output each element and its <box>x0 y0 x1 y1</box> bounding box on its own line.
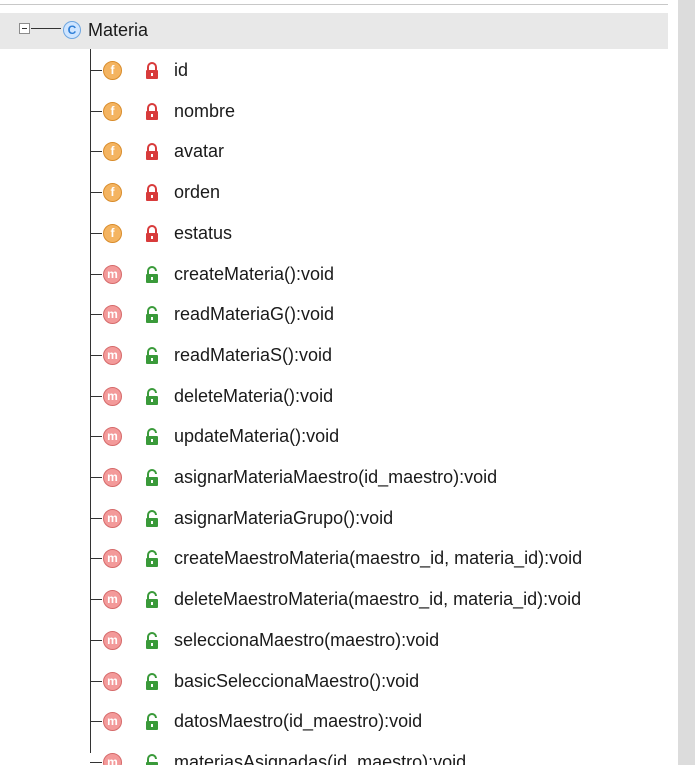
public-unlock-icon <box>146 713 158 731</box>
tree-connector <box>90 436 102 438</box>
method-icon: m <box>103 305 122 325</box>
method-row[interactable]: m datosMaestro(id_maestro):void <box>0 701 668 741</box>
tree-connector <box>90 192 102 194</box>
private-lock-icon <box>146 62 158 79</box>
tree-connector <box>90 680 102 682</box>
tree-connector <box>90 477 102 478</box>
field-name-label: nombre <box>174 100 236 121</box>
private-lock-icon <box>146 102 158 120</box>
method-icon: m <box>103 468 122 487</box>
public-unlock-icon <box>146 509 158 527</box>
field-name-label: id <box>174 60 189 80</box>
private-lock-icon <box>146 184 158 202</box>
method-icon: m <box>103 427 122 447</box>
method-signature-label: asignarMateriaMaestro(id_maestro):void <box>174 467 498 487</box>
method-signature-label: basicSeleccionaMaestro():void <box>174 670 420 691</box>
method-icon: m <box>103 549 122 569</box>
tree-connector <box>90 110 102 112</box>
method-signature-label: updateMateria():void <box>174 426 340 447</box>
tree-connector <box>90 395 102 397</box>
tree-connector <box>90 599 102 601</box>
public-unlock-icon <box>146 428 158 446</box>
private-lock-icon <box>146 224 158 242</box>
field-name-label: estatus <box>174 222 233 243</box>
tree-connector <box>90 558 102 560</box>
public-unlock-icon <box>146 631 158 649</box>
tree-connector <box>90 314 102 316</box>
public-unlock-icon <box>146 265 158 283</box>
field-icon: f <box>103 61 122 80</box>
method-icon: m <box>103 671 122 691</box>
method-icon: m <box>103 752 122 765</box>
method-row[interactable]: m asignarMateriaGrupo():void <box>0 498 668 538</box>
method-row[interactable]: m createMaestroMateria(maestro_id, materi… <box>0 538 668 578</box>
class-icon: C <box>63 21 81 39</box>
public-unlock-icon <box>146 346 158 364</box>
method-signature-label: asignarMateriaGrupo():void <box>174 507 394 528</box>
field-row[interactable]: f nombre <box>0 91 668 131</box>
tree-connector <box>90 761 102 763</box>
tree-connector <box>90 232 102 234</box>
method-icon: m <box>103 386 122 406</box>
side-panel <box>678 0 695 765</box>
method-signature-label: readMateriaG():void <box>174 304 335 325</box>
field-icon: f <box>103 101 122 121</box>
class-name-label: Materia <box>88 20 149 40</box>
method-signature-label: seleccionaMaestro(maestro):void <box>174 629 440 650</box>
method-signature-label: createMateria():void <box>174 263 335 284</box>
field-name-label: orden <box>174 182 221 203</box>
public-unlock-icon <box>146 387 158 405</box>
method-row[interactable]: m seleccionaMaestro(maestro):void <box>0 620 668 660</box>
method-icon: m <box>103 264 122 284</box>
field-row[interactable]: f orden <box>0 172 668 212</box>
tree-connector <box>90 151 102 153</box>
method-row[interactable]: m deleteMaestroMateria(maestro_id, materi… <box>0 579 668 619</box>
method-row[interactable]: m readMateriaS():void <box>0 335 668 375</box>
tree-connector <box>90 639 102 641</box>
public-unlock-icon <box>146 591 158 609</box>
method-icon: m <box>103 590 122 610</box>
method-row[interactable]: m updateMateria():void <box>0 416 668 456</box>
field-name-label: avatar <box>174 141 225 162</box>
method-icon: m <box>103 712 122 732</box>
method-signature-label: deleteMaestroMateria(maestro_id, materia… <box>174 589 582 610</box>
method-row[interactable]: m createMateria():void <box>0 254 668 294</box>
class-member-tree: C Materia f id f nombre f avatar f orden f estatu… <box>0 0 668 765</box>
tree-connector <box>90 517 102 519</box>
method-icon: m <box>103 345 122 365</box>
public-unlock-icon <box>146 753 158 765</box>
field-row[interactable]: f id <box>0 50 668 90</box>
tree-connector <box>90 721 102 723</box>
private-lock-icon <box>146 143 158 161</box>
method-signature-label: deleteMateria():void <box>174 385 334 406</box>
public-unlock-icon <box>146 672 158 690</box>
collapse-toggle-icon[interactable] <box>19 23 30 34</box>
public-unlock-icon <box>146 306 158 324</box>
field-icon: f <box>103 183 122 203</box>
method-signature-label: materiasAsignadas(id_maestro):void <box>174 751 467 765</box>
top-divider <box>0 4 668 5</box>
public-unlock-icon <box>146 469 158 486</box>
method-signature-label: readMateriaS():void <box>174 344 333 365</box>
method-row[interactable]: m readMateriaG():void <box>0 294 668 334</box>
field-icon: f <box>103 223 122 243</box>
field-icon: f <box>103 142 122 162</box>
method-row[interactable]: m deleteMateria():void <box>0 376 668 416</box>
method-row[interactable]: m asignarMateriaMaestro(id_maestro):void <box>0 457 668 497</box>
method-icon: m <box>103 630 122 650</box>
method-signature-label: datosMaestro(id_maestro):void <box>174 711 423 732</box>
method-signature-label: createMaestroMateria(maestro_id, materia… <box>174 548 583 569</box>
field-row[interactable]: f avatar <box>0 131 668 171</box>
tree-root-row[interactable]: C Materia <box>0 13 668 49</box>
field-row[interactable]: f estatus <box>0 213 668 253</box>
method-icon: m <box>103 508 122 528</box>
tree-connector <box>31 28 61 29</box>
panel-gap <box>668 0 678 765</box>
public-unlock-icon <box>146 550 158 568</box>
tree-connector <box>90 70 102 71</box>
tree-connector <box>90 273 102 275</box>
method-row[interactable]: m basicSeleccionaMaestro():void <box>0 661 668 701</box>
tree-connector <box>90 354 102 356</box>
method-row[interactable]: m materiasAsignadas(id_maestro):void <box>0 742 668 765</box>
